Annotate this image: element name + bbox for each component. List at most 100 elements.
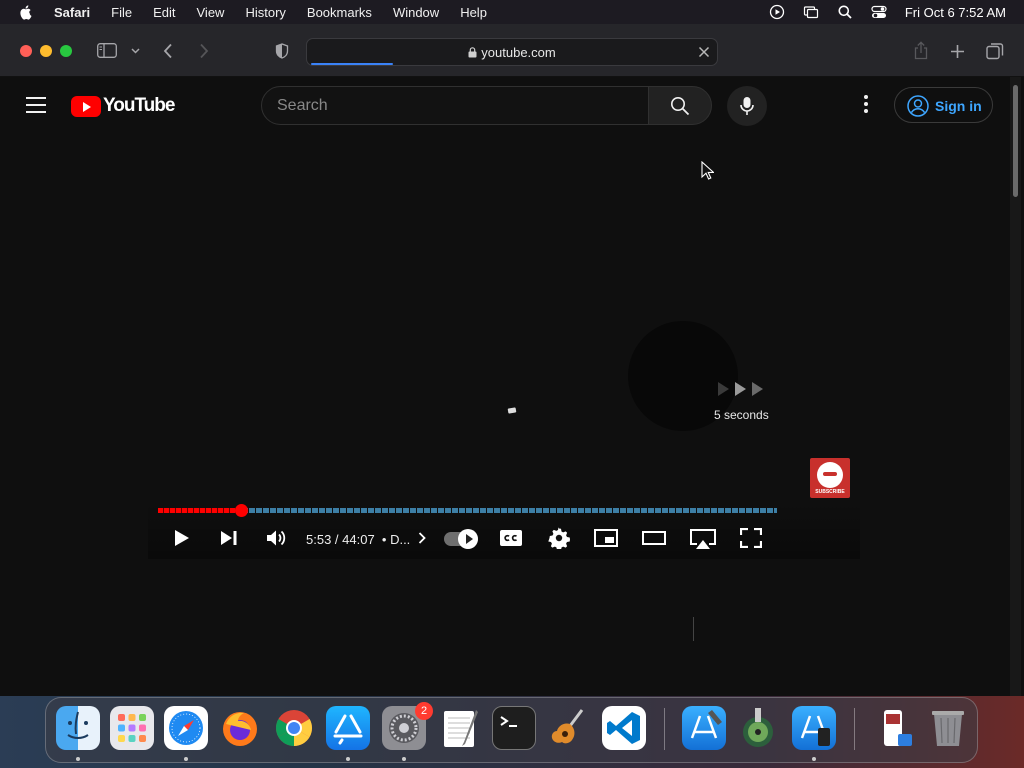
disk-utility-icon[interactable] — [736, 706, 780, 750]
minimize-window-button[interactable] — [40, 45, 52, 57]
guide-menu-icon[interactable] — [26, 97, 46, 113]
youtube-logo-text: YouTube — [103, 95, 175, 116]
tab-group-chevron-icon[interactable] — [131, 48, 140, 54]
firefox-icon[interactable] — [218, 706, 262, 750]
autoplay-toggle[interactable] — [444, 529, 478, 549]
play-button[interactable] — [174, 529, 190, 547]
address-bar[interactable]: youtube.com — [306, 38, 718, 66]
scrubber-handle[interactable] — [234, 504, 248, 517]
screen-mirroring-icon[interactable] — [803, 4, 819, 20]
mouse-cursor-icon — [701, 161, 714, 180]
page-scrollbar[interactable] — [1010, 77, 1021, 696]
settings-running-indicator — [402, 757, 406, 761]
miniplayer-icon — [594, 529, 618, 547]
terminal-icon[interactable] — [492, 706, 536, 750]
downloads-stack-icon[interactable] — [872, 706, 916, 750]
stop-loading-icon[interactable] — [698, 46, 710, 58]
fullscreen-button[interactable] — [740, 528, 762, 548]
url-text: youtube.com — [481, 45, 556, 60]
menubar-clock[interactable]: Fri Oct 6 7:52 AM — [905, 5, 1006, 20]
back-icon[interactable] — [163, 43, 173, 59]
settings-update-badge: 2 — [415, 702, 433, 720]
time-text: 5:53 / 44:07 — [306, 532, 375, 547]
privacy-shield-icon[interactable] — [275, 43, 289, 59]
search-icon — [671, 97, 690, 116]
chrome-icon[interactable] — [272, 706, 316, 750]
garageband-icon[interactable] — [546, 706, 590, 750]
app-store-running-indicator — [346, 757, 350, 761]
airplay-button[interactable] — [689, 528, 717, 550]
control-center-icon[interactable] — [871, 4, 887, 20]
safari-window: youtube.com YouTube Search Sign in 5 sec… — [0, 24, 1024, 696]
search-box[interactable] — [261, 86, 650, 125]
search-button[interactable] — [648, 86, 712, 125]
spotlight-icon[interactable] — [837, 4, 853, 20]
fullscreen-icon — [740, 528, 762, 548]
finder-icon[interactable] — [56, 706, 100, 750]
launchpad-icon[interactable] — [110, 706, 154, 750]
scrollbar-thumb[interactable] — [1013, 85, 1018, 197]
search-input[interactable] — [277, 96, 637, 116]
dock-separator-2 — [854, 708, 855, 750]
forward-icon[interactable] — [199, 43, 209, 59]
new-tab-icon[interactable] — [950, 44, 965, 59]
screen-record-icon[interactable] — [769, 4, 785, 20]
simulator-running-indicator — [812, 757, 816, 761]
menu-bookmarks[interactable]: Bookmarks — [307, 5, 372, 20]
chapter-title[interactable]: • D... — [382, 532, 410, 547]
sign-in-label: Sign in — [935, 98, 982, 114]
youtube-header: YouTube Sign in — [0, 77, 1010, 133]
trash-icon[interactable] — [926, 706, 970, 750]
play-icon — [175, 530, 189, 546]
sign-in-button[interactable]: Sign in — [894, 87, 993, 123]
chapter-chevron-button[interactable] — [418, 532, 426, 544]
next-icon — [221, 531, 237, 545]
menu-file[interactable]: File — [111, 5, 132, 20]
played-progress — [158, 508, 241, 513]
chapter-markers — [158, 508, 777, 513]
voice-search-button[interactable] — [727, 86, 767, 126]
app-store-icon[interactable] — [326, 706, 370, 750]
finder-running-indicator — [76, 757, 80, 761]
content-divider — [693, 617, 694, 641]
menu-view[interactable]: View — [197, 5, 225, 20]
next-button[interactable] — [220, 530, 238, 546]
microphone-icon — [740, 97, 754, 115]
apple-menu-icon[interactable] — [18, 4, 34, 20]
tab-overview-icon[interactable] — [986, 42, 1004, 60]
settings-kebab-icon[interactable] — [858, 95, 874, 115]
browser-toolbar: youtube.com — [0, 24, 1024, 77]
safari-dock-icon[interactable] — [164, 706, 208, 750]
simulator-icon[interactable] — [792, 706, 836, 750]
share-icon[interactable] — [913, 41, 929, 60]
captions-button[interactable] — [499, 529, 523, 547]
youtube-page: YouTube Sign in 5 seconds — [0, 77, 1024, 696]
close-window-button[interactable] — [20, 45, 32, 57]
xcode-icon[interactable] — [682, 706, 726, 750]
subscribe-watermark[interactable]: SUBSCRIBE — [810, 458, 850, 498]
seek-forward-arrows-icon — [718, 382, 763, 396]
youtube-logo[interactable]: YouTube — [71, 95, 175, 117]
zoom-window-button[interactable] — [60, 45, 72, 57]
address-bar-url: youtube.com — [307, 45, 717, 60]
textedit-icon[interactable] — [438, 706, 482, 750]
settings-button[interactable] — [548, 527, 570, 549]
account-icon — [907, 95, 929, 117]
sidebar-toggle-icon[interactable] — [97, 43, 117, 58]
chevron-right-icon — [418, 532, 426, 544]
seek-amount-label: 5 seconds — [714, 408, 769, 422]
lock-icon — [468, 47, 477, 58]
theater-mode-button[interactable] — [642, 531, 666, 545]
mute-button[interactable] — [266, 529, 288, 547]
menu-edit[interactable]: Edit — [153, 5, 175, 20]
menu-app-safari[interactable]: Safari — [54, 5, 90, 20]
menu-window[interactable]: Window — [393, 5, 439, 20]
gear-icon — [548, 527, 570, 549]
miniplayer-button[interactable] — [594, 529, 618, 547]
video-progress-bar[interactable] — [158, 504, 777, 517]
watermark-text: SUBSCRIBE — [815, 489, 845, 495]
menu-history[interactable]: History — [245, 5, 285, 20]
page-load-progress — [311, 63, 393, 65]
menu-help[interactable]: Help — [460, 5, 487, 20]
vscode-icon[interactable] — [602, 706, 646, 750]
